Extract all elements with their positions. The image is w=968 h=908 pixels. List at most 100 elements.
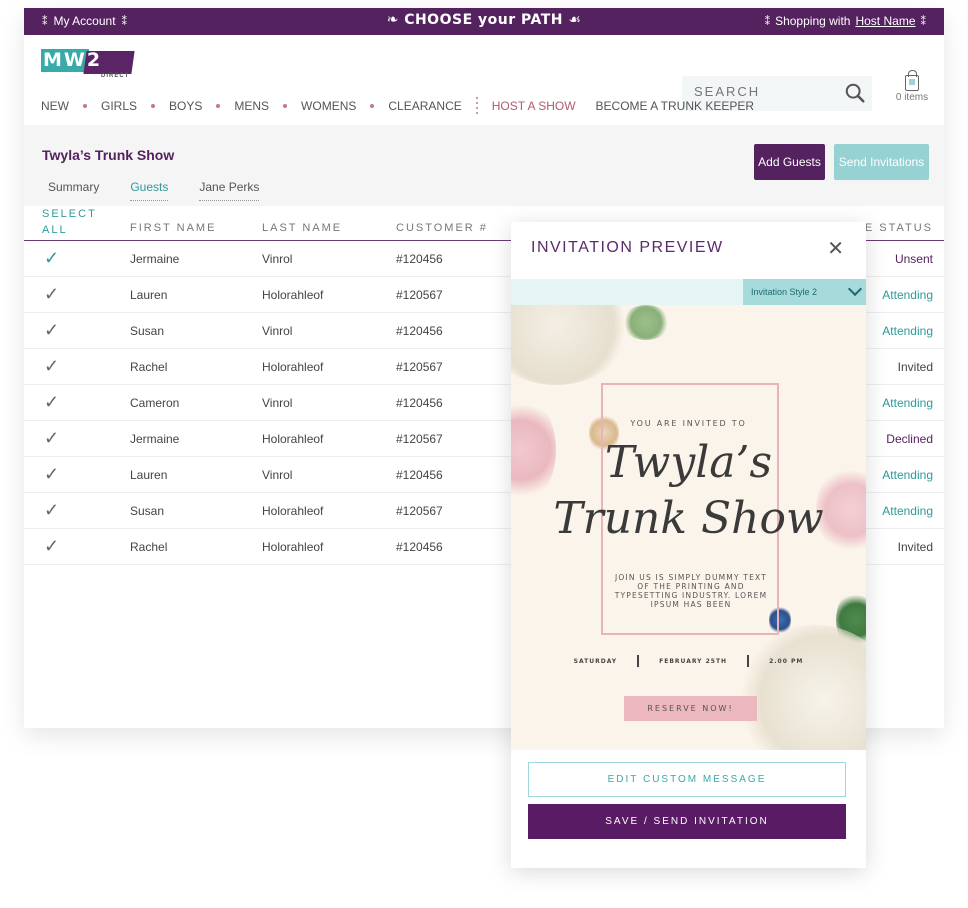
customer-number-cell: #120567	[396, 504, 443, 518]
first-name-cell: Susan	[130, 504, 165, 518]
first-name-cell: Rachel	[130, 540, 168, 554]
last-name-cell: Vinrol	[262, 252, 293, 266]
close-icon[interactable]: ✕	[827, 236, 844, 261]
status-badge: Attending	[882, 396, 933, 410]
status-badge: Invited	[897, 540, 933, 554]
first-name-cell: Rachel	[130, 360, 168, 374]
status-badge: Unsent	[894, 252, 933, 266]
last-name-cell: Holorahleof	[262, 540, 324, 554]
customer-number-cell: #120456	[396, 540, 443, 554]
tab-guests[interactable]: Guests	[130, 180, 169, 201]
ornament-icon: ⁑	[920, 15, 927, 28]
ornament-icon: ⁑	[764, 15, 771, 28]
first-name-cell: Jermaine	[130, 432, 180, 446]
nav-separator	[370, 103, 375, 108]
edit-custom-message-button[interactable]: EDIT CUSTOM MESSAGE	[528, 762, 846, 797]
first-name-cell: Cameron	[130, 396, 180, 410]
customer-number-cell: #120567	[396, 288, 443, 302]
status-badge: Attending	[882, 288, 933, 302]
nav-separator	[283, 103, 288, 108]
nav-new[interactable]: NEW	[41, 99, 69, 113]
nav-become-trunk-keeper[interactable]: BECOME A TRUNK KEEPER	[596, 99, 755, 113]
leaf-icon: ❧	[386, 12, 399, 28]
customer-number-cell: #120456	[396, 468, 443, 482]
chevron-down-icon	[847, 281, 863, 297]
select-all-link[interactable]: SELECT ALL	[42, 206, 97, 238]
tab-summary[interactable]: Summary	[48, 180, 99, 201]
invitation-message: JOIN US IS SIMPLY DUMMY TEXT OF THE PRIN…	[614, 573, 768, 609]
row-checkbox[interactable]: ✓	[44, 320, 59, 341]
top-bar: ⁑ My Account ⁑ ❧ CHOOSE your PATH ☙ ⁑ Sh…	[24, 8, 944, 35]
invitation-datetime: SATURDAY FEBRUARY 25TH 2.00 PM	[511, 655, 866, 667]
last-name-cell: Holorahleof	[262, 504, 324, 518]
first-name-cell: Lauren	[130, 468, 168, 482]
status-badge: Attending	[882, 324, 933, 338]
row-checkbox[interactable]: ✓	[44, 464, 59, 485]
cart-button[interactable]: 0 items	[892, 70, 932, 103]
invitation-date: FEBRUARY 25TH	[659, 657, 728, 665]
invitation-style-select[interactable]: Invitation Style 2	[743, 279, 866, 305]
separator	[637, 655, 640, 667]
add-guests-button[interactable]: Add Guests	[754, 144, 825, 180]
column-last-name[interactable]: LAST NAME	[262, 222, 342, 234]
send-invitations-button[interactable]: Send Invitations	[834, 144, 929, 180]
nav-divider	[475, 97, 478, 114]
reserve-now-button[interactable]: RESERVE NOW!	[624, 696, 757, 721]
customer-number-cell: #120567	[396, 360, 443, 374]
event-title: Twyla’s Trunk Show	[42, 147, 175, 163]
row-checkbox[interactable]: ✓	[44, 284, 59, 305]
column-invite-status[interactable]: TE STATUS	[856, 222, 933, 234]
nav-separator	[83, 103, 87, 108]
mw2-logo[interactable]: MW2 DIRECT	[41, 49, 135, 83]
cart-count: 0 items	[895, 92, 929, 103]
last-name-cell: Vinrol	[262, 396, 293, 410]
customer-number-cell: #120456	[396, 252, 443, 266]
customer-number-cell: #120456	[396, 324, 443, 338]
nav-clearance[interactable]: CLEARANCE	[388, 99, 461, 113]
first-name-cell: Lauren	[130, 288, 168, 302]
invitation-script-line-1: Twyla’s	[604, 437, 773, 488]
row-checkbox[interactable]: ✓	[44, 500, 59, 521]
nav-mens[interactable]: MENS	[234, 99, 269, 113]
main-nav: NEW GIRLS BOYS MENS WOMENS CLEARANCE HOS…	[41, 97, 754, 114]
event-bar: Twyla’s Trunk Show Summary Guests Jane P…	[24, 125, 944, 206]
last-name-cell: Holorahleof	[262, 432, 324, 446]
last-name-cell: Holorahleof	[262, 360, 324, 374]
column-customer-number[interactable]: CUSTOMER #	[396, 222, 488, 234]
host-name-link[interactable]: Host Name	[855, 14, 915, 28]
last-name-cell: Holorahleof	[262, 288, 324, 302]
row-checkbox[interactable]: ✓	[44, 356, 59, 377]
save-send-invitation-button[interactable]: SAVE / SEND INVITATION	[528, 804, 846, 839]
nav-separator	[151, 103, 156, 108]
nav-womens[interactable]: WOMENS	[301, 99, 356, 113]
row-checkbox[interactable]: ✓	[44, 248, 59, 269]
modal-title: INVITATION PREVIEW	[531, 239, 724, 256]
leaf-icon: ☙	[568, 12, 582, 28]
invitation-time: 2.00 PM	[769, 657, 804, 665]
status-badge: Declined	[886, 432, 933, 446]
shopping-bag-icon	[905, 70, 919, 91]
status-badge: Invited	[897, 360, 933, 374]
last-name-cell: Vinrol	[262, 324, 293, 338]
tab-jane-perks[interactable]: Jane Perks	[199, 180, 260, 201]
row-checkbox[interactable]: ✓	[44, 536, 59, 557]
customer-number-cell: #120456	[396, 396, 443, 410]
nav-boys[interactable]: BOYS	[169, 99, 202, 113]
invited-text: YOU ARE INVITED TO	[630, 419, 747, 428]
customer-number-cell: #120567	[396, 432, 443, 446]
magnolia-flower-image	[511, 305, 631, 385]
separator	[747, 655, 750, 667]
invitation-preview-modal: INVITATION PREVIEW ✕ Invitation Style 2 …	[511, 222, 866, 868]
invitation-day: SATURDAY	[573, 657, 618, 665]
first-name-cell: Jermaine	[130, 252, 180, 266]
column-first-name[interactable]: FIRST NAME	[130, 222, 216, 234]
invitation-card: YOU ARE INVITED TO Twyla’s Trunk Show JO…	[511, 305, 866, 750]
row-checkbox[interactable]: ✓	[44, 428, 59, 449]
search-icon[interactable]	[844, 82, 866, 104]
event-tabs: Summary Guests Jane Perks	[48, 180, 260, 201]
nav-host-a-show[interactable]: HOST A SHOW	[492, 99, 576, 113]
nav-girls[interactable]: GIRLS	[101, 99, 137, 113]
last-name-cell: Vinrol	[262, 468, 293, 482]
row-checkbox[interactable]: ✓	[44, 392, 59, 413]
magnolia-flower-image	[736, 625, 866, 750]
